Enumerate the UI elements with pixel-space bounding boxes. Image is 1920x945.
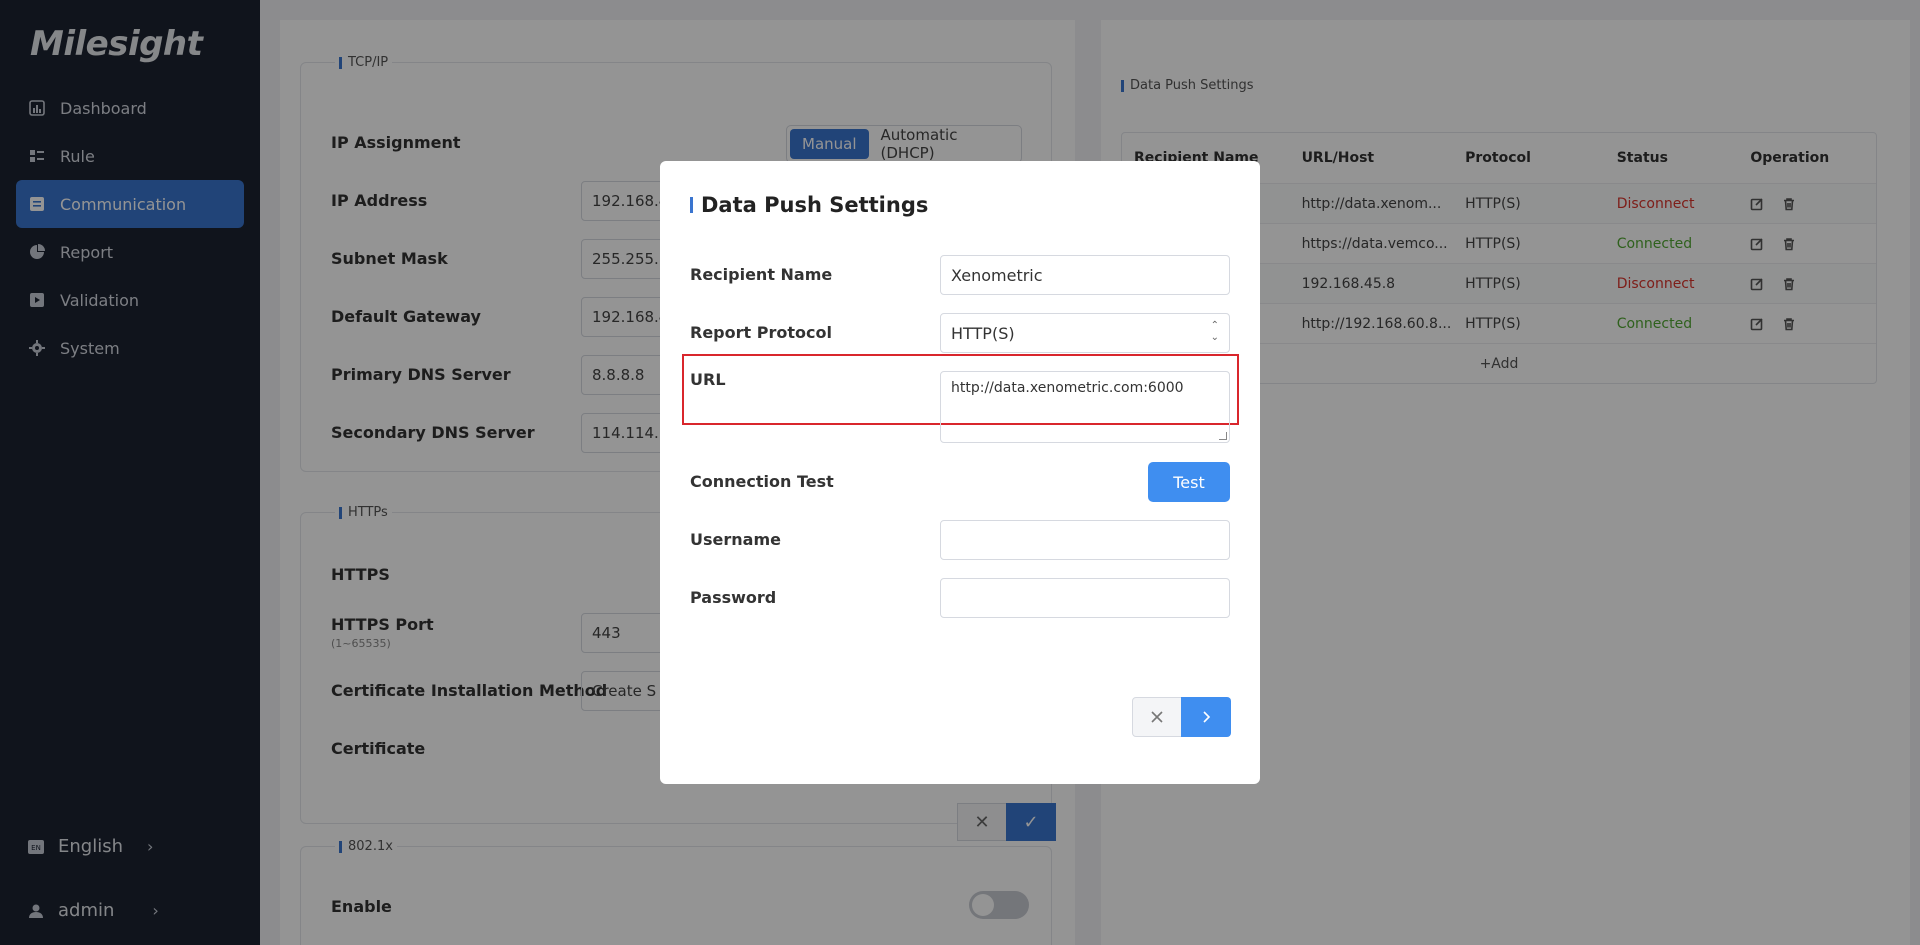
url-label: URL — [690, 370, 726, 389]
username-input[interactable] — [940, 520, 1230, 560]
url-textarea[interactable]: http://data.xenometric.com:6000 — [940, 371, 1230, 443]
password-input[interactable] — [940, 578, 1230, 618]
report-protocol-value: HTTP(S) — [951, 324, 1015, 343]
username-label: Username — [690, 530, 781, 549]
chevron-right-icon — [1203, 711, 1211, 723]
recipient-name-label: Recipient Name — [690, 265, 833, 284]
password-label: Password — [690, 588, 777, 607]
close-icon — [1151, 711, 1163, 723]
recipient-name-input[interactable]: Xenometric — [940, 255, 1230, 295]
report-protocol-label: Report Protocol — [690, 323, 832, 342]
url-value: http://data.xenometric.com:6000 — [951, 380, 1184, 396]
connection-test-label: Connection Test — [690, 472, 834, 491]
dialog-title: Data Push Settings — [690, 193, 928, 217]
report-protocol-select[interactable]: HTTP(S) ⌃ ⌄ — [940, 313, 1230, 353]
cancel-button[interactable] — [1132, 697, 1182, 737]
next-button[interactable] — [1181, 697, 1231, 737]
resize-handle-icon[interactable] — [1219, 432, 1227, 440]
spinner-arrows-icon: ⌃ ⌄ — [1210, 320, 1219, 343]
data-push-dialog: Data Push Settings Recipient Name Xenome… — [660, 161, 1260, 784]
test-button[interactable]: Test — [1148, 462, 1230, 502]
